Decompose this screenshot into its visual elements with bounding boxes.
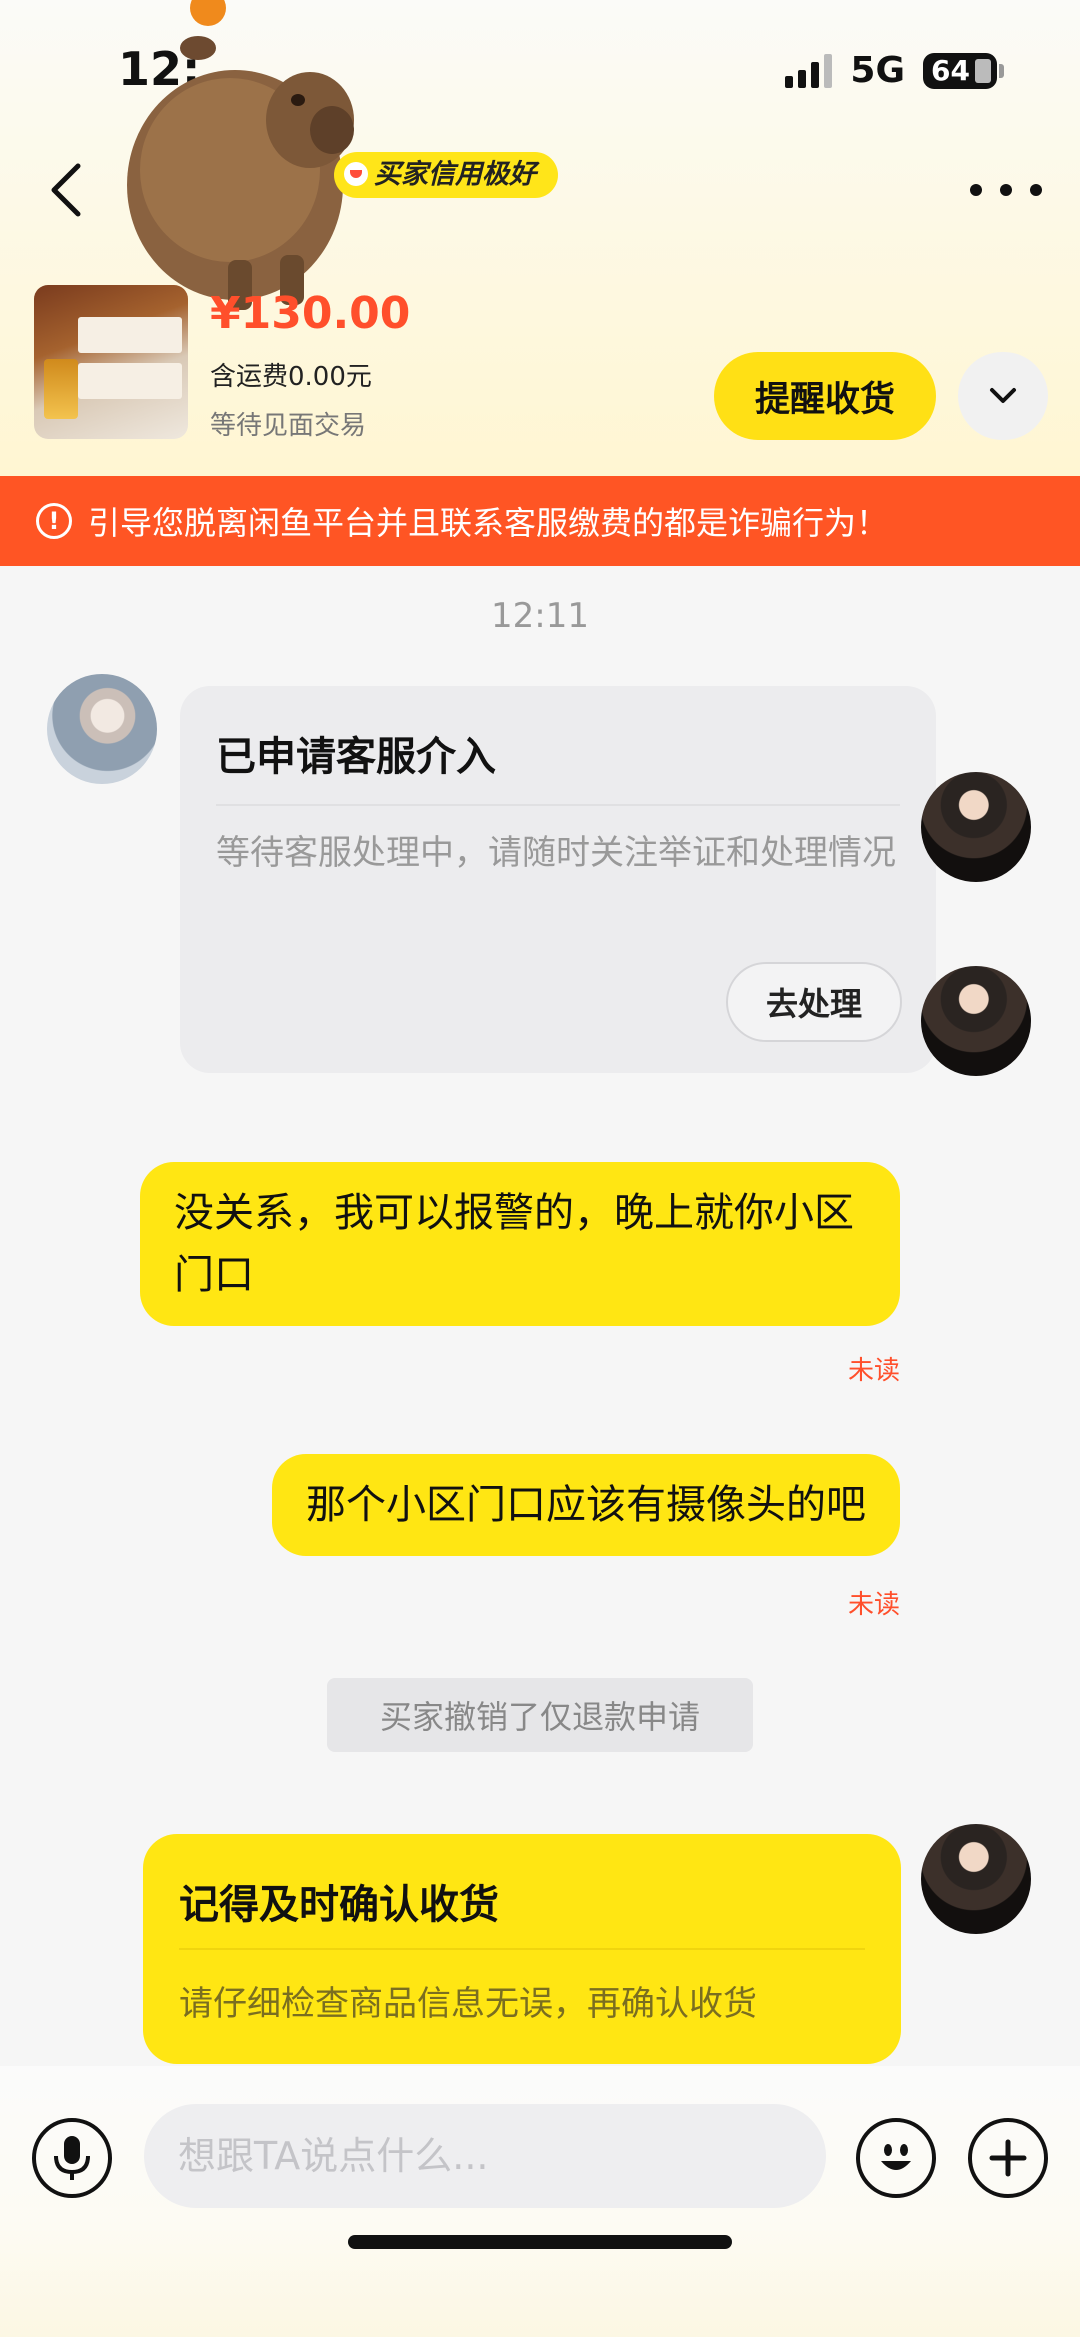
my-avatar[interactable] (921, 1824, 1031, 1934)
my-avatar[interactable] (921, 966, 1031, 1076)
home-indicator (348, 2235, 732, 2249)
service-card-title: 已申请客服介入 (216, 734, 496, 780)
message-input[interactable] (144, 2104, 826, 2208)
back-button[interactable] (46, 160, 86, 220)
message-bubble[interactable]: 那个小区门口应该有摄像头的吧 (272, 1454, 900, 1556)
shipping-fee: 含运费0.00元 (210, 362, 372, 392)
seller-avatar[interactable] (47, 674, 157, 784)
more-dots-icon (970, 184, 982, 196)
my-avatar[interactable] (921, 772, 1031, 882)
expand-button[interactable] (958, 352, 1048, 440)
message-bubble[interactable]: 没关系，我可以报警的，晚上就你小区门口 (140, 1162, 900, 1326)
input-bar (0, 2066, 1080, 2337)
credit-badge: 买家信用极好 (334, 152, 558, 198)
network-type: 5G (850, 50, 905, 91)
emoji-icon (881, 2144, 911, 2170)
smile-icon (344, 162, 368, 186)
voice-button[interactable] (32, 2118, 112, 2198)
plus-icon (989, 2139, 1027, 2177)
capybara-sticker (127, 0, 354, 310)
back-arrow-icon (51, 163, 81, 217)
add-button[interactable] (968, 2118, 1048, 2198)
status-icons: 5G 64 (785, 50, 1004, 91)
credit-badge-label: 买家信用极好 (374, 159, 536, 190)
signal-icon (785, 53, 833, 88)
warning-text: 引导您脱离闲鱼平台并且联系客服缴费的都是诈骗行为！ (88, 504, 889, 542)
warning-icon: ! (36, 503, 72, 539)
divider (216, 804, 900, 806)
fraud-warning-banner: ! 引导您脱离闲鱼平台并且联系客服缴费的都是诈骗行为！ (0, 476, 1080, 566)
trade-status: 等待见面交易 (210, 411, 367, 441)
microphone-icon (54, 2136, 90, 2180)
confirm-receipt-card[interactable]: 记得及时确认收货 请仔细检查商品信息无误，再确认收货 (143, 1834, 901, 2064)
service-card-description: 等待客服处理中，请随时关注举证和处理情况 (216, 833, 896, 873)
read-status: 未读 (847, 1590, 900, 1620)
battery-icon: 64 (923, 52, 1004, 89)
remind-receipt-button[interactable]: 提醒收货 (714, 352, 936, 440)
go-handle-button[interactable]: 去处理 (726, 962, 902, 1042)
read-status: 未读 (847, 1356, 900, 1386)
more-button[interactable] (970, 165, 1042, 215)
chat-area: 12:11 已申请客服介入 等待客服处理中，请随时关注举证和处理情况 去处理 没… (0, 566, 1080, 2066)
confirm-card-description: 请仔细检查商品信息无误，再确认收货 (179, 1984, 757, 2024)
emoji-button[interactable] (856, 2118, 936, 2198)
price: ¥130.00 (210, 288, 411, 339)
chevron-down-icon (990, 388, 1016, 403)
divider (179, 1948, 865, 1950)
order-header: 12: 5G 64 买家信用极好 ¥130.00 含运费0.00元 等待见面交易… (0, 0, 1080, 476)
confirm-card-title: 记得及时确认收货 (179, 1882, 499, 1928)
battery-level: 64 (931, 54, 970, 87)
product-thumbnail[interactable] (34, 285, 188, 439)
customer-service-card: 已申请客服介入 等待客服处理中，请随时关注举证和处理情况 去处理 (180, 686, 936, 1073)
system-notice: 买家撤销了仅退款申请 (327, 1678, 753, 1752)
message-timestamp: 12:11 (491, 596, 589, 636)
